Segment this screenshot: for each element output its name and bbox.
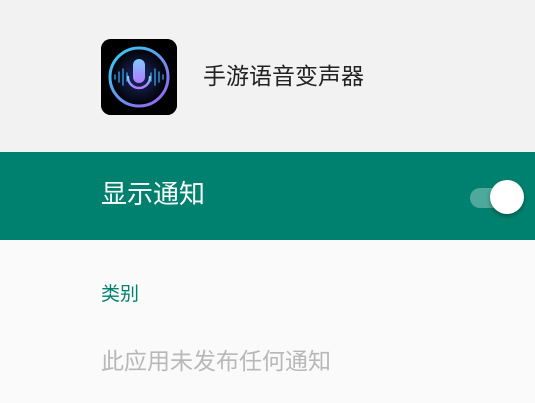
categories-section-header: 类别	[101, 283, 140, 305]
app-name: 手游语音变声器	[203, 64, 364, 90]
app-notification-settings-screen: 手游语音变声器 显示通知 类别 此应用未发布任何通知	[0, 0, 535, 403]
show-notifications-toggle[interactable]	[468, 180, 524, 214]
show-notifications-label: 显示通知	[101, 180, 206, 210]
app-icon	[101, 39, 177, 115]
no-notifications-message: 此应用未发布任何通知	[101, 349, 331, 375]
app-header: 手游语音变声器	[0, 0, 535, 152]
toggle-thumb	[490, 180, 524, 214]
show-notifications-row[interactable]: 显示通知	[0, 152, 535, 240]
microphone-icon	[101, 39, 177, 115]
